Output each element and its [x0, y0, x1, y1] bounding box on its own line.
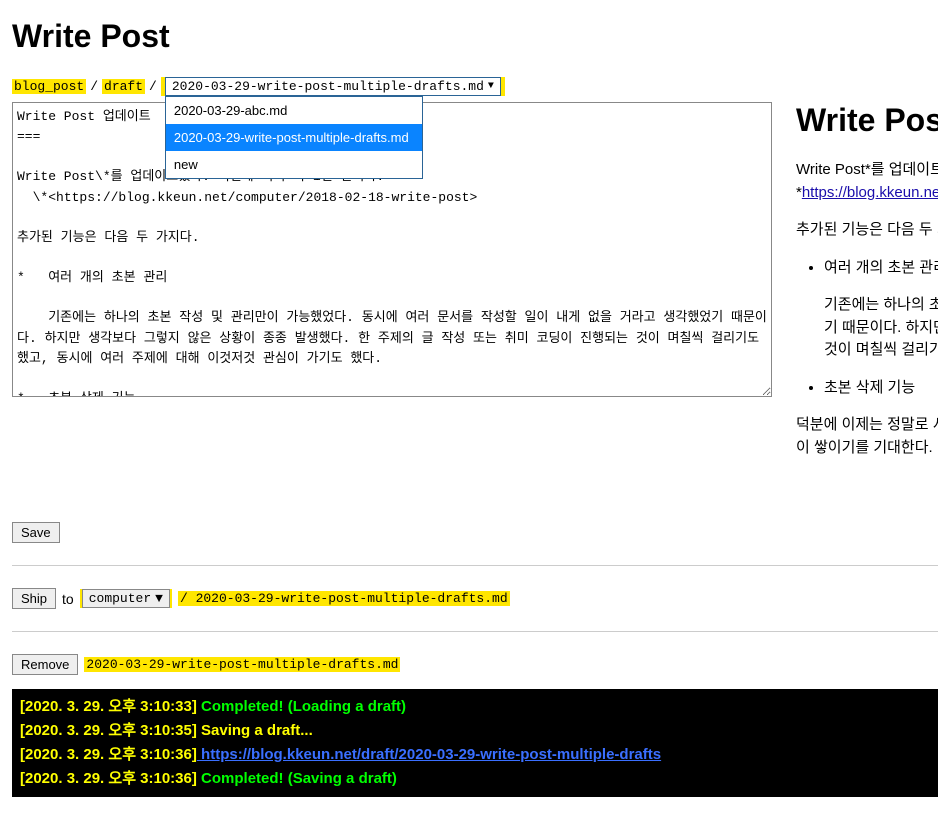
preview-paragraph: 덕분에 이제는 정말로 서버 이 쌓이기를 기대한다.: [796, 414, 938, 459]
save-button[interactable]: Save: [12, 522, 60, 543]
dropdown-item[interactable]: 2020-03-29-write-post-multiple-drafts.md: [166, 124, 422, 151]
preview-text: 덕분에 이제는 정말로 서버: [796, 416, 938, 433]
preview-paragraph: 추가된 기능은 다음 두 가: [796, 219, 938, 242]
remove-row: Remove 2020-03-29-write-post-multiple-dr…: [12, 654, 938, 675]
chevron-down-icon: ▼: [488, 81, 494, 92]
preview-text: 기 때문이다. 하지만: [824, 319, 938, 336]
console-timestamp: [2020. 3. 29. 오후 3:10:36]: [20, 770, 197, 787]
console-link[interactable]: https://blog.kkeun.net/draft/2020-03-29-…: [197, 746, 661, 763]
file-dropdown-menu: 2020-03-29-abc.md2020-03-29-write-post-m…: [165, 96, 423, 179]
dropdown-item[interactable]: new: [166, 151, 422, 178]
divider: [12, 565, 938, 566]
preview-text: Write Post*를 업데이트: [796, 161, 938, 178]
breadcrumb: blog_post / draft / 2020-03-29-write-pos…: [12, 77, 938, 96]
ship-to-label: to: [62, 591, 74, 607]
console-msg: Completed! (Loading a draft): [197, 698, 406, 715]
console-timestamp: [2020. 3. 29. 오후 3:10:35]: [20, 722, 197, 739]
console-line: [2020. 3. 29. 오후 3:10:36] https://blog.k…: [20, 743, 930, 767]
console: [2020. 3. 29. 오후 3:10:33] Completed! (Lo…: [12, 689, 938, 797]
ship-row: Ship to computer ▼ / 2020-03-29-write-po…: [12, 588, 938, 609]
file-dropdown[interactable]: 2020-03-29-write-post-multiple-drafts.md…: [165, 77, 501, 96]
remove-button[interactable]: Remove: [12, 654, 78, 675]
preview-list: 여러 개의 초본 관리 기존에는 하나의 초 기 때문이다. 하지만 것이 며칠…: [796, 257, 938, 400]
chevron-down-icon: ▼: [155, 591, 163, 606]
preview-text: 것이 며칠씩 걸리기: [824, 341, 938, 358]
console-line: [2020. 3. 29. 오후 3:10:35] Saving a draft…: [20, 719, 930, 743]
console-msg: Saving a draft...: [197, 722, 313, 739]
preview-text: 이 쌓이기를 기대한다.: [796, 439, 933, 456]
page-title: Write Post: [12, 18, 938, 55]
console-line: [2020. 3. 29. 오후 3:10:33] Completed! (Lo…: [20, 695, 930, 719]
preview-title: Write Post: [796, 102, 938, 139]
preview-paragraph: Write Post*를 업데이트 *https://blog.kkeun.ne: [796, 159, 938, 204]
breadcrumb-seg1: blog_post: [12, 79, 86, 94]
dropdown-item[interactable]: 2020-03-29-abc.md: [166, 97, 422, 124]
path-sep: /: [180, 591, 188, 606]
divider: [12, 631, 938, 632]
console-timestamp: [2020. 3. 29. 오후 3:10:36]: [20, 746, 197, 763]
ship-filename: 2020-03-29-write-post-multiple-drafts.md: [196, 591, 508, 606]
preview-pane: Write Post Write Post*를 업데이트 *https://bl…: [796, 102, 938, 543]
preview-text: 기존에는 하나의 초: [824, 296, 938, 313]
ship-button[interactable]: Ship: [12, 588, 56, 609]
remove-filename: 2020-03-29-write-post-multiple-drafts.md: [84, 657, 400, 672]
breadcrumb-seg2: draft: [102, 79, 145, 94]
list-item: 여러 개의 초본 관리 기존에는 하나의 초 기 때문이다. 하지만 것이 며칠…: [824, 257, 938, 362]
list-item: 초본 삭제 기능: [824, 377, 938, 400]
preview-sub: 기존에는 하나의 초 기 때문이다. 하지만 것이 며칠씩 걸리기: [824, 294, 938, 362]
console-timestamp: [2020. 3. 29. 오후 3:10:33]: [20, 698, 197, 715]
ship-dest-value: computer: [89, 591, 151, 606]
preview-text: 여러 개의 초본 관리: [824, 259, 938, 276]
console-msg: Completed! (Saving a draft): [197, 770, 397, 787]
file-dropdown-value: 2020-03-29-write-post-multiple-drafts.md: [172, 79, 484, 94]
ship-dest-select[interactable]: computer ▼: [82, 589, 170, 608]
console-line: [2020. 3. 29. 오후 3:10:36] Completed! (Sa…: [20, 767, 930, 791]
breadcrumb-sep: /: [90, 79, 98, 94]
preview-link[interactable]: https://blog.kkeun.ne: [802, 184, 938, 201]
ship-path: / 2020-03-29-write-post-multiple-drafts.…: [178, 591, 510, 606]
breadcrumb-sep: /: [149, 79, 157, 94]
